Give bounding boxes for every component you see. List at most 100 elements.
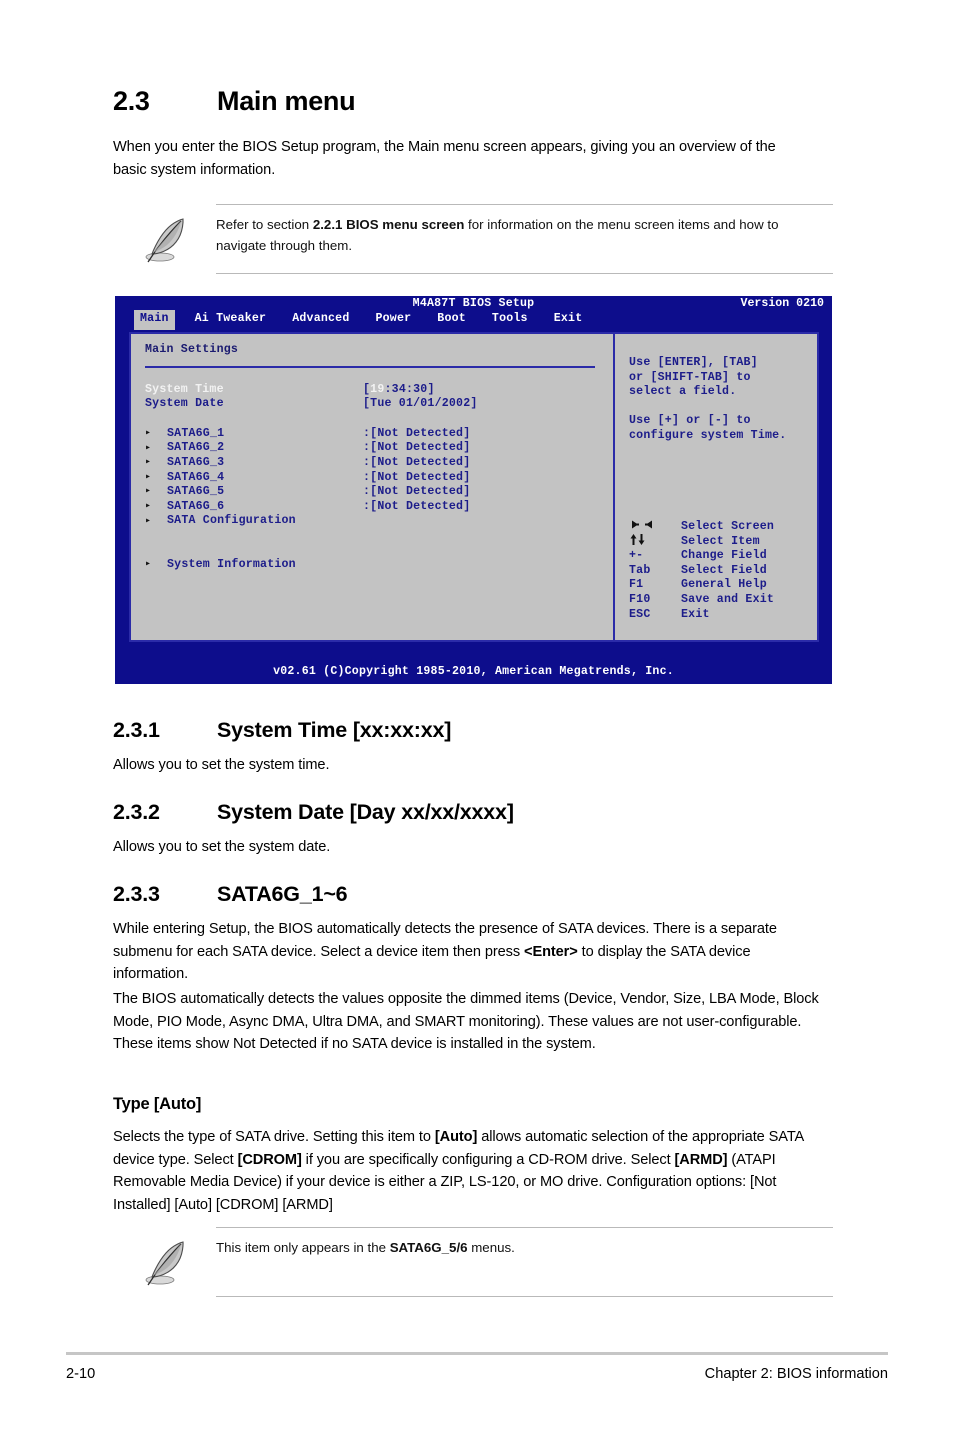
bios-panel-title: Main Settings [145, 343, 239, 356]
bios-item-state: :[Not Detected] [363, 470, 471, 484]
plus-minus-icon: +- [629, 549, 644, 563]
legend-row-change-field: +- Change Field [629, 549, 774, 564]
body-2-3-3-p2: The BIOS automatically detects the value… [113, 991, 819, 1052]
bios-item-state: :[Not Detected] [363, 455, 471, 469]
esc-key-icon: ESC [629, 607, 651, 621]
note-rule-top-bottom [216, 273, 833, 274]
legend-desc: Select Screen [681, 520, 775, 533]
heading-2-3-3: 2.3.3 SATA6G_1~6 [113, 882, 348, 907]
legend-desc: Select Field [681, 563, 767, 577]
intro-paragraph: When you enter the BIOS Setup program, t… [113, 139, 776, 178]
note-text-bold: SATA6G_5/6 [389, 1240, 468, 1255]
body-type-auto: Selects the type of SATA drive. Setting … [113, 1126, 835, 1216]
para-bold-enter: <Enter> [524, 943, 578, 960]
bios-item-sata6g-2[interactable]: ▸ SATA6G_2 :[Not Detected] [145, 441, 613, 456]
system-time-label: System Time [145, 382, 224, 396]
body-2-3-1: Allows you to set the system time. [113, 757, 330, 773]
body-2-3-3-p1: While entering Setup, the BIOS automatic… [113, 918, 825, 986]
legend-row-select-item: Select Item [629, 533, 774, 550]
bios-key-legend: Select Screen Select Item +- Change Fiel… [629, 520, 774, 622]
tab-ai-tweaker[interactable]: Ai Tweaker [189, 310, 273, 330]
bios-item-sata6g-1[interactable]: ▸ SATA6G_1 :[Not Detected] [145, 427, 613, 442]
legend-desc: Change Field [681, 549, 767, 563]
legend-desc: Exit [681, 607, 710, 621]
bios-item-state: :[Not Detected] [363, 485, 471, 499]
manual-page: 2.3 Main menu When you enter the BIOS Set… [0, 0, 954, 1438]
bios-item-state: :[Not Detected] [363, 499, 471, 513]
page-title: 2.3 Main menu [113, 86, 356, 117]
bios-copyright-footer: v02.61 (C)Copyright 1985-2010, American … [273, 665, 674, 679]
tab-exit[interactable]: Exit [548, 310, 589, 330]
heading-type-auto: Type [Auto] [113, 1095, 202, 1113]
bios-item-sata6g-4[interactable]: ▸ SATA6G_4 :[Not Detected] [145, 471, 613, 486]
para-bold-auto: [Auto] [434, 1129, 478, 1145]
legend-desc: Select Item [681, 534, 760, 548]
bios-titlebar: M4A87T BIOS Setup Version 0210 [115, 296, 832, 310]
bios-help-text-2: Use [+] or [-] to configure system Time. [629, 414, 787, 442]
footer-divider [66, 1352, 888, 1355]
bios-help-text-1: Use [ENTER], [TAB] or [SHIFT-TAB] to sel… [629, 356, 758, 399]
section-title: Main menu [217, 86, 356, 116]
subsection-number: 2.3.3 [113, 882, 160, 906]
bios-item-state: :[Not Detected] [363, 426, 471, 440]
bios-item-label: SATA6G_1 [167, 426, 225, 440]
bios-item-label: SATA Configuration [167, 514, 296, 528]
bios-field-system-time[interactable]: System Time [19:34:30] [145, 383, 613, 398]
heading-2-3-1: 2.3.1 System Time [xx:xx:xx] [113, 718, 451, 743]
bios-main-panel: Main Settings System Time [19:34:30] Sys… [131, 334, 615, 640]
subsection-title: System Date [Day xx/xx/xxxx] [217, 800, 514, 824]
note-box-bottom: This item only appears in the SATA6G_5/6… [113, 1227, 833, 1297]
note-text-bold: 2.2.1 BIOS menu screen [312, 217, 465, 232]
para-text: Selects the type of SATA drive. Setting … [113, 1129, 435, 1145]
bios-item-sata-configuration[interactable]: ▸ SATA Configuration [145, 514, 613, 529]
note-text-top: Refer to section 2.2.1 BIOS menu screen … [216, 214, 833, 256]
legend-row-save-and-exit: F10 Save and Exit [629, 593, 774, 608]
subsection-title: SATA6G_1~6 [217, 882, 348, 906]
note-text-before: Refer to section [216, 217, 313, 232]
section-number: 2.3 [113, 86, 150, 116]
note-text-before: This item only appears in the [216, 1240, 390, 1255]
heading-2-3-2: 2.3.2 System Date [Day xx/xx/xxxx] [113, 800, 514, 825]
page-number: 2-10 [66, 1366, 96, 1382]
triangle-right-icon: ▸ [145, 442, 152, 454]
f10-key-icon: F10 [629, 592, 651, 606]
tab-tools[interactable]: Tools [486, 310, 534, 330]
tab-power[interactable]: Power [369, 310, 417, 330]
bios-setup-screen: M4A87T BIOS Setup Version 0210 Main Ai Tw… [115, 296, 832, 684]
tab-boot[interactable]: Boot [431, 310, 472, 330]
tab-main[interactable]: Main [134, 310, 175, 330]
legend-row-general-help: F1 General Help [629, 578, 774, 593]
feather-pen-icon [113, 1237, 216, 1287]
bios-item-label: SATA6G_2 [167, 441, 225, 455]
triangle-right-icon: ▸ [145, 501, 152, 513]
bios-item-label: System Information [167, 557, 296, 571]
bios-item-sata6g-5[interactable]: ▸ SATA6G_5 :[Not Detected] [145, 485, 613, 500]
subsection-number: 2.3.2 [113, 800, 160, 824]
bios-item-system-information[interactable]: ▸ System Information [145, 558, 613, 573]
system-date-value: [Tue 01/01/2002] [363, 397, 478, 411]
bios-item-state: :[Not Detected] [363, 441, 471, 455]
bios-field-system-date[interactable]: System Date [Tue 01/01/2002] [145, 397, 613, 412]
subsection-number: 2.3.1 [113, 718, 160, 742]
system-time-value[interactable]: [19:34:30] [363, 383, 435, 398]
bios-item-label: SATA6G_3 [167, 455, 225, 469]
bios-item-sata6g-3[interactable]: ▸ SATA6G_3 :[Not Detected] [145, 456, 613, 471]
note-box-top: Refer to section 2.2.1 BIOS menu screen … [113, 204, 833, 274]
note-rule-bottom-end [216, 1296, 833, 1297]
feather-pen-icon [113, 214, 216, 264]
bios-tab-bar: Main Ai Tweaker Advanced Power Boot Tools Exit [115, 310, 832, 330]
system-date-label: System Date [145, 397, 224, 411]
bios-body: Main Settings System Time [19:34:30] Sys… [129, 332, 819, 642]
legend-desc: General Help [681, 578, 767, 592]
note-text-after: menus. [467, 1240, 515, 1255]
triangle-right-icon: ▸ [145, 457, 152, 469]
f1-key-icon: F1 [629, 578, 644, 592]
subsection-title: System Time [xx:xx:xx] [217, 718, 452, 742]
legend-row-select-field: Tab Select Field [629, 564, 774, 579]
para-bold-armd: [ARMD] [674, 1151, 728, 1168]
para-bold-cdrom: [CDROM] [237, 1151, 302, 1168]
bios-item-label: SATA6G_6 [167, 499, 225, 513]
legend-row-exit: ESC Exit [629, 608, 774, 623]
bios-item-sata6g-6[interactable]: ▸ SATA6G_6 :[Not Detected] [145, 500, 613, 515]
tab-advanced[interactable]: Advanced [286, 310, 355, 330]
